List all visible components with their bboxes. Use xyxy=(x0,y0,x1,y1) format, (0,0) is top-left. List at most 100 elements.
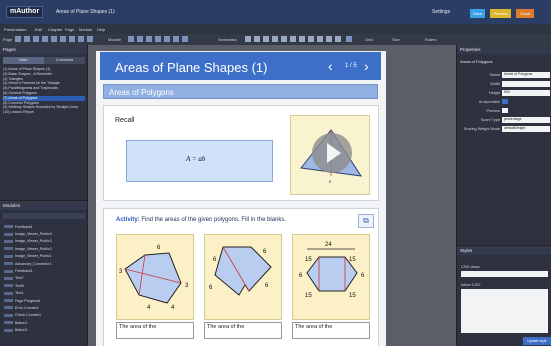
visibility-toggle-icon[interactable] xyxy=(4,262,13,266)
settings-gear-icon[interactable] xyxy=(346,36,352,42)
menu-presentation[interactable]: Presentation xyxy=(4,27,26,32)
module-item[interactable]: Error Counter1 xyxy=(4,304,84,311)
score-type-select[interactable]: percentage xyxy=(502,117,550,123)
answer-field-1[interactable]: The area of the xyxy=(116,322,194,339)
visibility-toggle-icon[interactable] xyxy=(4,225,13,229)
width-field[interactable] xyxy=(502,81,550,87)
move-down-icon[interactable] xyxy=(51,36,57,42)
module-item[interactable]: Feedback1 xyxy=(4,223,84,230)
scoring-weight-select[interactable]: defaultWeight xyxy=(502,126,550,132)
prop-row-width: Width xyxy=(460,81,550,87)
name-field[interactable]: Areas of Polygons xyxy=(502,72,550,78)
page-item[interactable]: (10) Lesson Report xyxy=(3,110,85,115)
align-icon[interactable] xyxy=(263,36,269,42)
module-tool-icon[interactable] xyxy=(173,36,179,42)
more-icon[interactable] xyxy=(87,36,93,42)
video-player[interactable]: e xyxy=(290,115,370,195)
visibility-toggle-icon[interactable] xyxy=(4,306,13,310)
menu-edit[interactable]: Edit xyxy=(35,27,42,32)
lock-icon[interactable] xyxy=(78,36,84,42)
close-button[interactable]: Close xyxy=(516,9,534,18)
page-title: Areas of Plane Shapes (1) xyxy=(115,60,268,75)
save-button[interactable]: Save xyxy=(470,9,485,18)
copy-icon[interactable] xyxy=(24,36,30,42)
module-item[interactable]: Image_Viewer_Public4 xyxy=(4,230,84,237)
visibility-toggle-icon[interactable] xyxy=(4,232,13,236)
module-link-icon[interactable]: ⧉ xyxy=(358,214,374,228)
toolbar-size-label[interactable]: Size xyxy=(392,37,400,42)
next-page-icon[interactable]: › xyxy=(364,58,369,74)
module-item[interactable]: Text5 xyxy=(4,282,84,289)
visibility-toggle-icon[interactable] xyxy=(4,313,13,317)
tab-commons[interactable]: Commons xyxy=(44,57,85,64)
module-tool-icon[interactable] xyxy=(128,36,134,42)
undo-icon[interactable] xyxy=(60,36,66,42)
module-tool-icon[interactable] xyxy=(137,36,143,42)
module-item[interactable]: Check Counter1 xyxy=(4,312,84,319)
visibility-toggle-icon[interactable] xyxy=(4,239,13,243)
visibility-toggle-icon[interactable] xyxy=(4,291,13,295)
modules-toolbar[interactable] xyxy=(3,213,85,219)
prop-label: Score Type xyxy=(480,118,500,122)
module-tool-icon[interactable] xyxy=(146,36,152,42)
align-icon[interactable] xyxy=(245,36,251,42)
module-label: Feedback1 xyxy=(15,269,33,274)
align-icon[interactable] xyxy=(335,36,341,42)
align-icon[interactable] xyxy=(254,36,260,42)
visibility-toggle-icon[interactable] xyxy=(4,247,13,251)
preview-button[interactable]: Preview xyxy=(490,9,511,18)
module-item[interactable]: Text1 xyxy=(4,290,84,297)
move-up-icon[interactable] xyxy=(42,36,48,42)
answer-field-2[interactable]: The area of the xyxy=(204,322,282,339)
side-label: 6 xyxy=(263,249,267,255)
visibility-toggle-icon[interactable] xyxy=(4,254,13,258)
visibility-toggle-icon[interactable] xyxy=(4,321,13,325)
delete-icon[interactable] xyxy=(33,36,39,42)
module-tool-icon[interactable] xyxy=(182,36,188,42)
menu-help[interactable]: Help xyxy=(97,27,105,32)
formula-box[interactable]: A = ab xyxy=(126,140,273,182)
add-page-icon[interactable] xyxy=(15,36,21,42)
align-icon[interactable] xyxy=(308,36,314,42)
toolbar-grid-label[interactable]: Grid xyxy=(365,37,373,42)
align-icon[interactable] xyxy=(299,36,305,42)
visibility-toggle-icon[interactable] xyxy=(4,276,13,280)
align-icon[interactable] xyxy=(281,36,287,42)
height-field[interactable]: 800 xyxy=(502,90,550,96)
reportable-checkbox[interactable] xyxy=(502,99,508,104)
module-item[interactable]: Feedback1 xyxy=(4,267,84,274)
module-item[interactable]: Image_Viewer_Public3 xyxy=(4,238,84,245)
visibility-toggle-icon[interactable] xyxy=(4,284,13,288)
redo-icon[interactable] xyxy=(69,36,75,42)
module-item[interactable]: Image_Viewer_Public2 xyxy=(4,245,84,252)
align-icon[interactable] xyxy=(317,36,323,42)
module-item[interactable]: Advanced_Connector1 xyxy=(4,260,84,267)
toolbar-rulers-label[interactable]: Rulers xyxy=(425,37,437,42)
module-tool-icon[interactable] xyxy=(155,36,161,42)
module-item[interactable]: Button2 xyxy=(4,326,84,333)
menu-module[interactable]: Module xyxy=(79,27,92,32)
visibility-toggle-icon[interactable] xyxy=(4,299,13,303)
visibility-toggle-icon[interactable] xyxy=(4,269,13,273)
preview-checkbox[interactable] xyxy=(502,108,508,113)
tab-main[interactable]: Main xyxy=(3,57,44,64)
align-icon[interactable] xyxy=(290,36,296,42)
align-icon[interactable] xyxy=(272,36,278,42)
document-title[interactable]: Areas of Plane Shapes (1) xyxy=(56,9,115,15)
css-class-input[interactable] xyxy=(461,271,548,277)
settings-button[interactable]: Settings xyxy=(432,9,450,15)
module-item[interactable]: Page Progress1 xyxy=(4,297,84,304)
update-style-button[interactable]: Update style xyxy=(523,337,551,345)
module-tool-icon[interactable] xyxy=(164,36,170,42)
inline-css-textarea[interactable] xyxy=(461,289,548,333)
prev-page-icon[interactable]: ‹ xyxy=(328,58,333,74)
menu-page[interactable]: Page xyxy=(65,27,74,32)
visibility-toggle-icon[interactable] xyxy=(4,328,13,332)
align-icon[interactable] xyxy=(326,36,332,42)
play-button[interactable] xyxy=(312,133,352,173)
module-item[interactable]: Text7 xyxy=(4,275,84,282)
module-item[interactable]: Image_Viewer_Public1 xyxy=(4,253,84,260)
menu-chapter[interactable]: Chapter xyxy=(48,27,62,32)
module-item[interactable]: Button1 xyxy=(4,319,84,326)
answer-field-3[interactable]: The area of the xyxy=(292,322,370,339)
